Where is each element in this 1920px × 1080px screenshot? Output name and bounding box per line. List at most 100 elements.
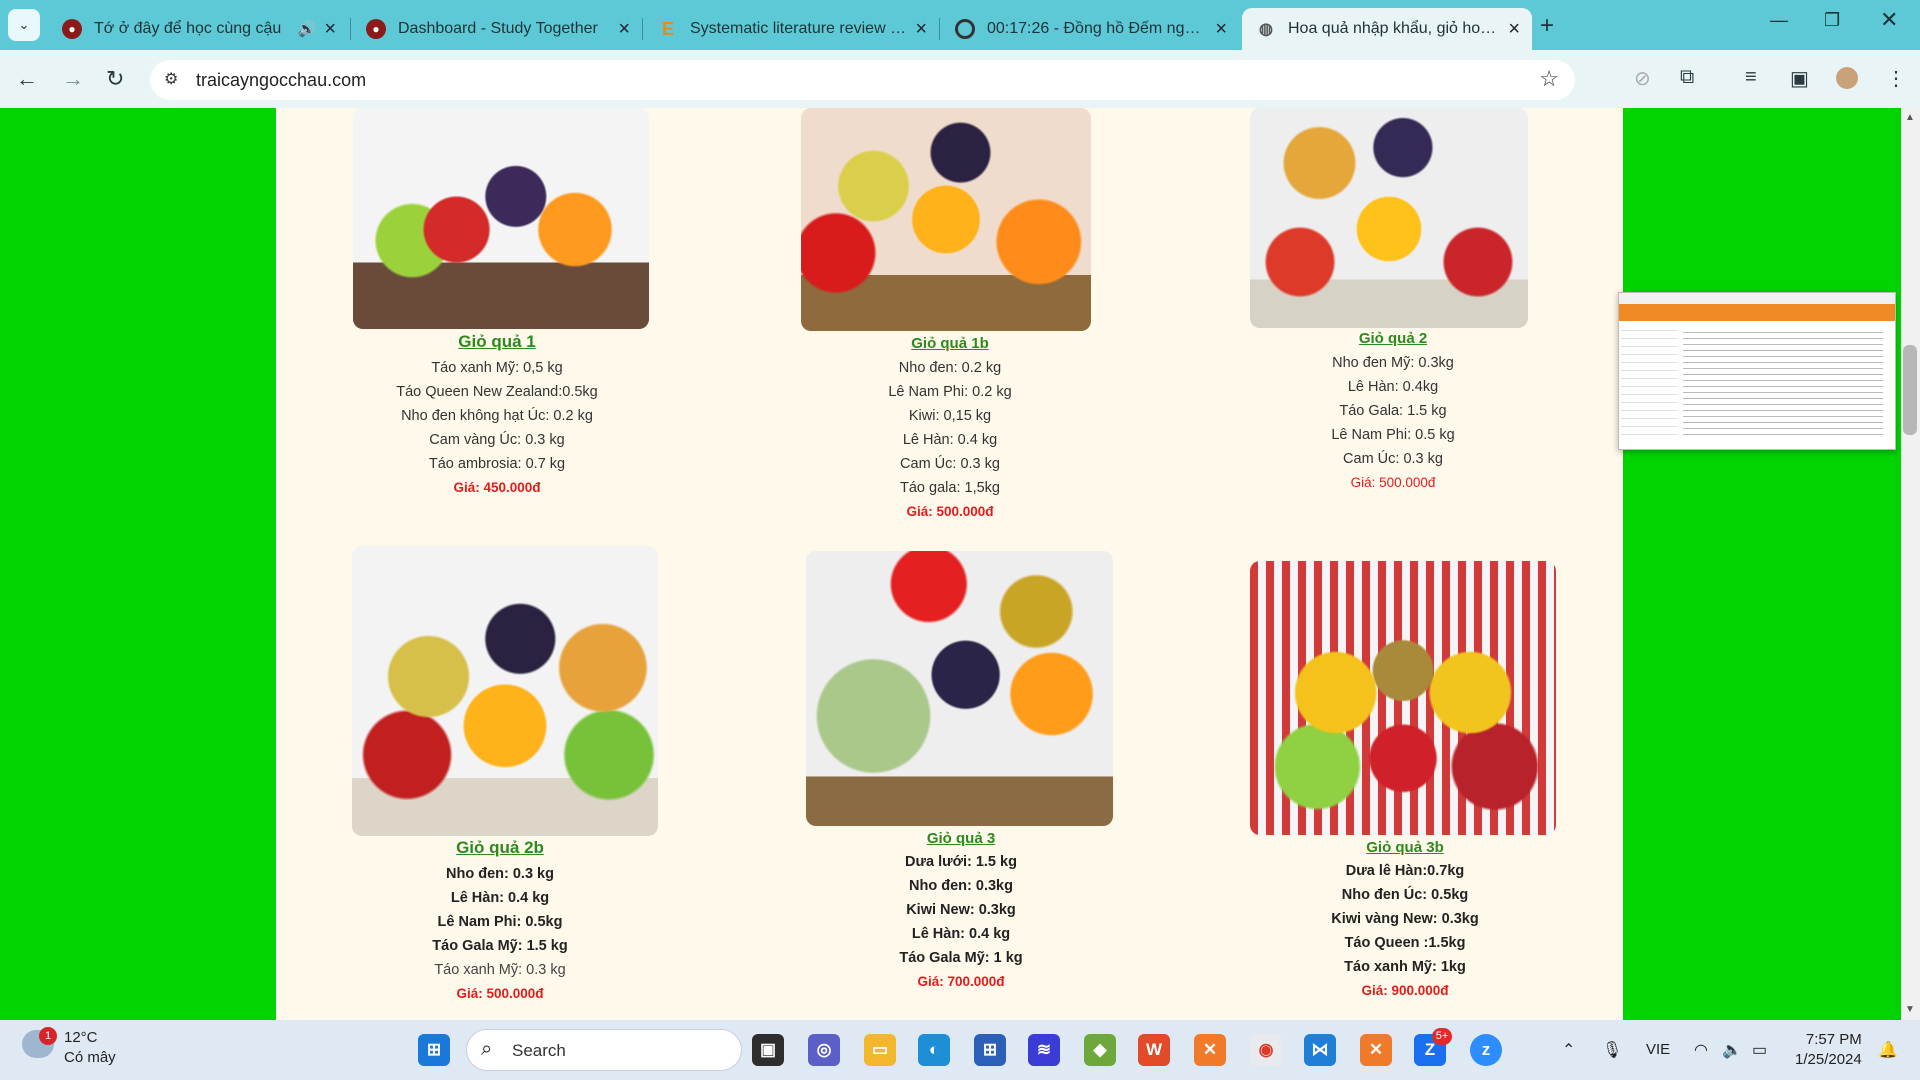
chat-icon[interactable]: ◎ xyxy=(808,1034,840,1066)
wps-office-icon[interactable]: W xyxy=(1138,1034,1170,1066)
extension-disabled-icon[interactable]: ⊘ xyxy=(1634,66,1651,91)
item-line: Kiwi New: 0.3kg xyxy=(906,902,1016,918)
close-icon[interactable]: × xyxy=(915,18,927,41)
chrome-icon[interactable]: ◉ xyxy=(1250,1034,1282,1066)
product-title-link[interactable]: Giỏ quả 2 xyxy=(1243,330,1543,347)
scrollbar-thumb[interactable] xyxy=(1903,345,1917,435)
reload-button[interactable]: ↻ xyxy=(106,66,124,92)
language-indicator[interactable]: VIE xyxy=(1646,1041,1670,1058)
tab-3[interactable]: E Systematic literature review on × xyxy=(644,8,939,50)
windows-start-icon[interactable]: ⊞ xyxy=(418,1034,450,1066)
fruit-basket-image[interactable] xyxy=(1250,108,1528,328)
volume-icon[interactable]: 🔈 xyxy=(1722,1040,1742,1060)
fruit-basket-image[interactable] xyxy=(1250,561,1556,835)
timer-icon xyxy=(955,19,975,39)
restore-icon: ❐ xyxy=(1824,10,1841,30)
extensions-puzzle-icon[interactable]: ⧉ xyxy=(1680,66,1694,89)
weather-temp: 12°C xyxy=(64,1029,98,1046)
back-button[interactable]: ← xyxy=(16,66,38,92)
search-icon: ⌕ xyxy=(481,1038,493,1060)
tab-5-active[interactable]: ◍ Hoa quả nhập khẩu, giỏ hoa quả × xyxy=(1242,8,1532,50)
close-icon[interactable]: × xyxy=(1508,18,1520,41)
file-explorer-icon[interactable]: ▭ xyxy=(864,1034,896,1066)
media-controls-icon[interactable]: ≡ xyxy=(1745,66,1757,89)
scroll-up-icon[interactable]: ▲ xyxy=(1905,112,1915,123)
item-line: Táo Queen :1.5kg xyxy=(1344,935,1466,951)
item-line: Lê Hàn: 0.4 kg xyxy=(911,926,1011,942)
preview-text-block xyxy=(1683,327,1883,437)
red-pomodoro-icon: ● xyxy=(62,19,82,39)
scroll-down-icon[interactable]: ▼ xyxy=(1905,1004,1915,1015)
edge-icon[interactable]: ◐ xyxy=(918,1034,950,1066)
product-card: Giỏ quả 1b Nho đen: 0.2 kg Lê Nam Phi: 0… xyxy=(800,108,1100,528)
taskbar-search[interactable]: ⌕ Search xyxy=(466,1029,742,1071)
search-label: Search xyxy=(512,1041,566,1060)
scrollbar[interactable] xyxy=(1901,108,1920,1020)
item-line: Táo xanh Mỹ: 1kg xyxy=(1344,959,1466,975)
notification-bell-icon[interactable]: 🔔 xyxy=(1878,1040,1898,1060)
item-line: Lê Hàn: 0.4kg xyxy=(1347,379,1439,395)
tab-divider xyxy=(939,18,940,40)
item-line: Lê Hàn: 0.4 kg xyxy=(902,432,998,448)
minimize-button[interactable]: — xyxy=(1770,10,1788,31)
product-title-link[interactable]: Giỏ quả 3b xyxy=(1250,839,1560,856)
fruit-basket-image[interactable] xyxy=(801,108,1091,331)
vscode-icon[interactable]: ⋈ xyxy=(1304,1034,1336,1066)
back-arrow-icon: ← xyxy=(16,66,38,91)
xampp-icon[interactable]: ✕ xyxy=(1194,1034,1226,1066)
product-price: Giá: 900.000đ xyxy=(1361,983,1449,998)
item-line: Táo ambrosia: 0.7 kg xyxy=(428,456,566,472)
restore-button[interactable]: ❐ xyxy=(1824,10,1840,31)
url-text: traicayngocchau.com xyxy=(196,70,367,90)
tab-search-button[interactable]: ⌄ xyxy=(8,9,40,41)
tab-divider xyxy=(350,18,351,40)
item-line: Táo Queen New Zealand:0.5kg xyxy=(396,384,598,400)
address-bar[interactable]: ⚙ traicayngocchau.com ☆ xyxy=(150,60,1575,100)
wifi-icon[interactable]: ◠ xyxy=(1694,1040,1708,1060)
product-items: Nho đen Mỹ: 0.3kg Lê Hàn: 0.4kg Táo Gala… xyxy=(1243,351,1543,495)
battery-icon[interactable]: ▭ xyxy=(1752,1040,1767,1060)
item-line: Cam Úc: 0.3 kg xyxy=(900,456,1000,472)
item-line: Cam Úc: 0.3 kg xyxy=(1343,451,1443,467)
tab-4[interactable]: 00:17:26 - Đồng hồ Đếm ngược × xyxy=(941,8,1239,50)
tab-1[interactable]: ● Tớ ở đây để học cùng cậu 🔊 × xyxy=(48,8,348,50)
elicit-icon: E xyxy=(661,18,674,39)
tab-title: Hoa quả nhập khẩu, giỏ hoa quả xyxy=(1288,20,1501,37)
app-icon[interactable]: ◆ xyxy=(1084,1034,1116,1066)
product-title-link[interactable]: Giỏ quả 1b xyxy=(800,335,1100,352)
bookmark-star-icon[interactable]: ☆ xyxy=(1539,66,1559,92)
task-view-icon[interactable]: ▣ xyxy=(752,1034,784,1066)
fruit-basket-image[interactable] xyxy=(352,546,658,836)
red-pomodoro-icon: ● xyxy=(366,19,386,39)
close-icon[interactable]: × xyxy=(1215,18,1227,41)
fruit-basket-image[interactable] xyxy=(806,551,1113,826)
product-title-link[interactable]: Giỏ quả 3 xyxy=(806,830,1116,847)
zalo-badge: 5+ xyxy=(1432,1028,1452,1045)
store-icon[interactable]: ⊞ xyxy=(974,1034,1006,1066)
fruit-basket-image[interactable] xyxy=(353,108,649,329)
site-info-icon[interactable]: ⚙ xyxy=(164,69,178,89)
clock[interactable]: 7:57 PM 1/25/2024 xyxy=(1795,1030,1862,1070)
item-line: Táo gala: 1,5kg xyxy=(900,480,1000,496)
item-line: Lê Nam Phi: 0.5kg xyxy=(437,914,563,930)
new-tab-button[interactable]: + xyxy=(1540,12,1554,40)
weather-widget[interactable]: 12°C Có mây xyxy=(64,1028,116,1068)
close-window-button[interactable]: ✕ xyxy=(1880,7,1898,33)
zoom-icon[interactable]: z xyxy=(1470,1034,1502,1066)
close-icon[interactable]: × xyxy=(618,18,630,41)
chevron-up-icon[interactable]: ⌃ xyxy=(1562,1040,1575,1060)
xampp-icon[interactable]: ✕ xyxy=(1360,1034,1392,1066)
microphone-icon[interactable]: 🎙 xyxy=(1602,1040,1622,1060)
close-icon[interactable]: × xyxy=(324,18,336,41)
side-panel-icon[interactable]: ▣ xyxy=(1790,66,1809,91)
menu-kebab-icon[interactable]: ⋮ xyxy=(1886,66,1906,91)
floating-window-preview[interactable] xyxy=(1618,292,1896,450)
app-icon[interactable]: ≋ xyxy=(1028,1034,1060,1066)
forward-button[interactable]: → xyxy=(62,66,84,92)
profile-avatar[interactable] xyxy=(1836,67,1858,89)
speaker-icon[interactable]: 🔊 xyxy=(298,20,317,38)
product-title-link[interactable]: Giỏ quả 2b xyxy=(352,838,648,858)
product-title-link[interactable]: Giỏ quả 1 xyxy=(337,332,657,352)
tab-2[interactable]: ● Dashboard - Study Together × xyxy=(352,8,642,50)
product-price: Giá: 500.000đ xyxy=(1350,475,1436,490)
